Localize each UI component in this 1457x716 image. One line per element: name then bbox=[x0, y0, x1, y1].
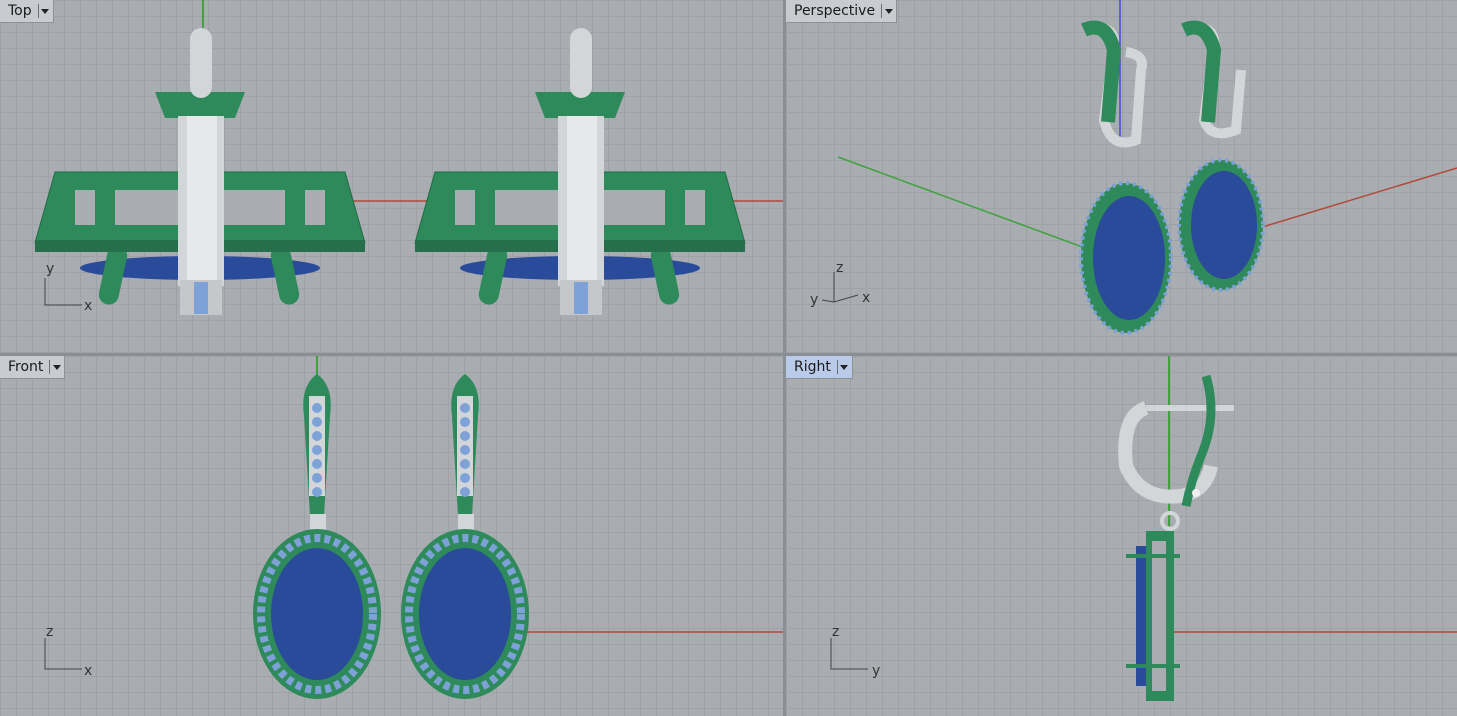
axis-label-h: y bbox=[872, 663, 880, 679]
axis-label-z: z bbox=[836, 260, 843, 276]
viewport-front[interactable]: x z Front bbox=[0, 356, 783, 716]
axis-triad-front: x z bbox=[44, 624, 92, 679]
earring-b-perspective bbox=[1177, 20, 1265, 292]
front-view-canvas: x z bbox=[44, 356, 783, 699]
viewport-tab-right[interactable]: Right bbox=[786, 356, 853, 379]
right-view-canvas: y z bbox=[830, 356, 1457, 701]
top-view-canvas: x y bbox=[34, 0, 783, 315]
earring-side-right bbox=[1118, 374, 1234, 701]
viewport-title: Top bbox=[8, 3, 32, 19]
axis-label-v: z bbox=[46, 624, 53, 640]
perspective-view-canvas: z x y bbox=[810, 0, 1457, 335]
earring-right-front bbox=[401, 374, 529, 699]
axis-triad-right: y z bbox=[830, 624, 880, 679]
earring-a-perspective bbox=[1079, 20, 1173, 335]
viewport-perspective[interactable]: z x y Perspective bbox=[786, 0, 1457, 353]
chevron-down-icon[interactable] bbox=[836, 360, 848, 374]
chevron-down-icon[interactable] bbox=[37, 4, 49, 18]
viewport-title: Perspective bbox=[794, 3, 876, 19]
viewport-right[interactable]: y z Right bbox=[786, 356, 1457, 716]
axis-label-v: y bbox=[46, 261, 54, 277]
y-axis-line bbox=[837, 156, 1105, 256]
axis-label-x: x bbox=[862, 290, 870, 306]
earring-left-front bbox=[253, 374, 381, 699]
earring-right-top bbox=[414, 28, 746, 315]
axis-triad-perspective: z x y bbox=[810, 260, 870, 308]
viewport-tab-front[interactable]: Front bbox=[0, 356, 66, 379]
viewport-top[interactable]: x y Top bbox=[0, 0, 783, 353]
viewport-title: Right bbox=[794, 359, 831, 375]
chevron-down-icon[interactable] bbox=[49, 360, 60, 374]
viewport-title: Front bbox=[8, 359, 44, 375]
axis-label-y: y bbox=[810, 292, 818, 308]
axis-label-v: z bbox=[832, 624, 839, 640]
viewport-tab-perspective[interactable]: Perspective bbox=[786, 0, 898, 23]
axis-label-h: x bbox=[84, 663, 92, 679]
chevron-down-icon[interactable] bbox=[881, 4, 892, 18]
x-axis-line bbox=[1245, 167, 1457, 233]
viewport-tab-top[interactable]: Top bbox=[0, 0, 54, 23]
axis-label-h: x bbox=[84, 298, 92, 314]
earring-left-top bbox=[34, 28, 366, 315]
